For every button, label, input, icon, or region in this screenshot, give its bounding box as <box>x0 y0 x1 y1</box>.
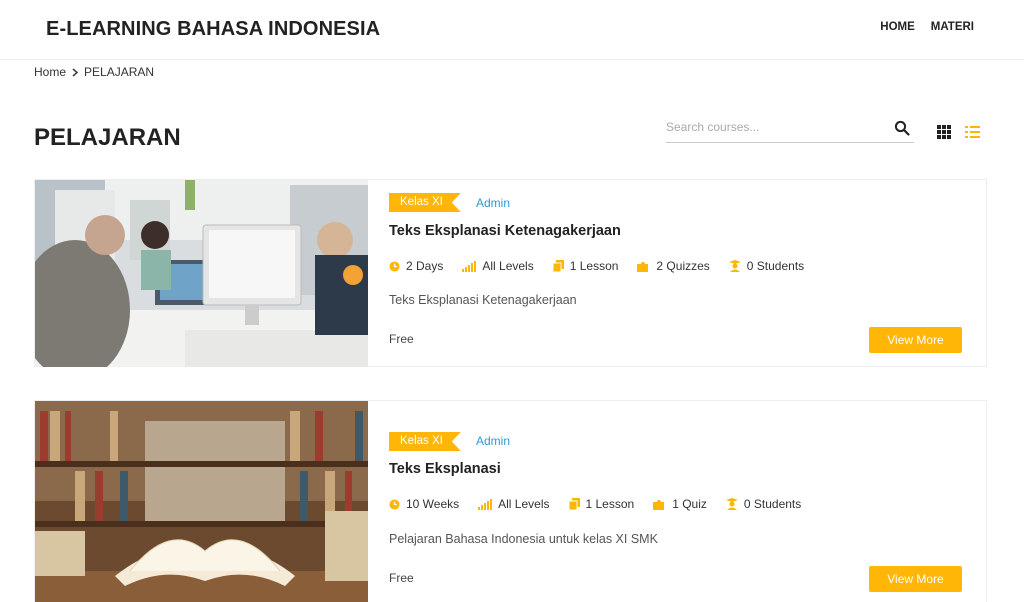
list-view-icon[interactable] <box>965 125 980 139</box>
course-description: Teks Eksplanasi Ketenagakerjaan <box>389 293 577 307</box>
course-meta: 10 Weeks All Levels 1 Lesson 1 Quiz 0 St… <box>389 497 820 511</box>
course-meta: 2 Days All Levels 1 Lesson 2 Quizzes 0 S… <box>389 259 823 273</box>
quizzes-text: 2 Quizzes <box>656 259 710 273</box>
level-text: All Levels <box>482 259 534 273</box>
meta-duration: 10 Weeks <box>389 497 459 511</box>
meta-quizzes: 2 Quizzes <box>637 259 710 273</box>
duration-text: 2 Days <box>406 259 444 273</box>
students-text: 0 Students <box>746 259 805 273</box>
meta-students: 0 Students <box>728 259 805 273</box>
main-nav: HOME MATERI <box>880 21 974 33</box>
course-card: Kelas XI Admin Teks Eksplanasi Ketenagak… <box>34 179 987 367</box>
meta-duration: 2 Days <box>389 259 443 273</box>
meta-level: All Levels <box>462 259 534 273</box>
page-title: PELAJARAN <box>34 124 181 151</box>
course-title[interactable]: Teks Eksplanasi Ketenagakerjaan <box>389 223 621 239</box>
level-text: All Levels <box>498 497 550 511</box>
meta-level: All Levels <box>478 497 550 511</box>
author-link[interactable]: Admin <box>476 434 510 448</box>
breadcrumb-current: PELAJARAN <box>84 65 155 79</box>
graduate-icon <box>725 498 738 510</box>
lessons-text: 1 Lesson <box>585 497 635 511</box>
meta-students: 0 Students <box>725 497 802 511</box>
nav-item-home[interactable]: HOME <box>880 21 915 33</box>
students-text: 0 Students <box>743 497 802 511</box>
view-more-button[interactable]: View More <box>869 327 962 353</box>
graduate-icon <box>728 260 741 272</box>
signal-bars-icon <box>462 260 477 272</box>
view-more-button[interactable]: View More <box>869 566 962 592</box>
clock-icon <box>389 498 400 510</box>
search-input[interactable] <box>666 117 886 137</box>
puzzle-icon <box>653 500 665 510</box>
quizzes-text: 1 Quiz <box>672 497 707 511</box>
meta-quizzes: 1 Quiz <box>653 497 707 511</box>
course-price: Free <box>389 332 414 346</box>
category-badge[interactable]: Kelas XI <box>389 193 461 212</box>
course-thumbnail-office[interactable] <box>35 180 368 367</box>
category-badge[interactable]: Kelas XI <box>389 432 461 451</box>
course-thumbnail-library[interactable] <box>35 401 368 602</box>
chevron-right-icon <box>72 67 79 77</box>
course-price: Free <box>389 571 414 585</box>
author-link[interactable]: Admin <box>476 196 510 210</box>
grid-view-icon[interactable] <box>937 125 951 139</box>
search-icon[interactable] <box>894 120 910 136</box>
files-icon <box>552 260 564 272</box>
nav-item-materi[interactable]: MATERI <box>931 21 974 33</box>
puzzle-icon <box>637 262 649 272</box>
duration-text: 10 Weeks <box>406 497 460 511</box>
breadcrumb-home[interactable]: Home <box>34 65 66 79</box>
signal-bars-icon <box>478 498 493 510</box>
meta-lessons: 1 Lesson <box>568 497 635 511</box>
course-card: Kelas XI Admin Teks Eksplanasi 10 Weeks … <box>34 400 987 602</box>
site-header: E-LEARNING BAHASA INDONESIA HOME MATERI <box>0 0 1024 60</box>
meta-lessons: 1 Lesson <box>552 259 619 273</box>
site-title[interactable]: E-LEARNING BAHASA INDONESIA <box>46 18 380 41</box>
files-icon <box>568 498 580 510</box>
course-title[interactable]: Teks Eksplanasi <box>389 461 501 477</box>
course-description: Pelajaran Bahasa Indonesia untuk kelas X… <box>389 532 658 546</box>
lessons-text: 1 Lesson <box>569 259 619 273</box>
course-content: Kelas XI Admin Teks Eksplanasi 10 Weeks … <box>389 401 986 602</box>
breadcrumb: Home PELAJARAN <box>34 65 154 79</box>
course-content: Kelas XI Admin Teks Eksplanasi Ketenagak… <box>389 180 986 366</box>
clock-icon <box>389 260 400 272</box>
course-search <box>666 117 914 143</box>
